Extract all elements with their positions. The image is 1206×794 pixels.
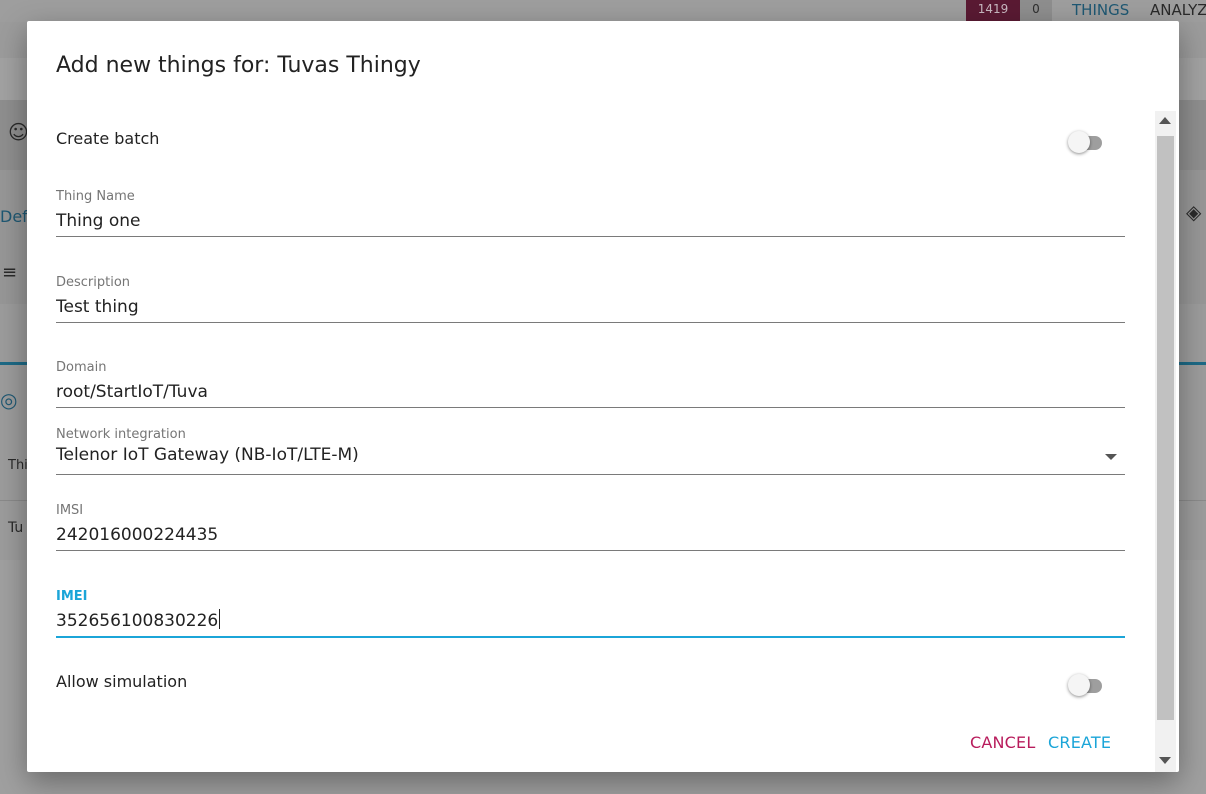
imei-label: IMEI <box>56 589 88 604</box>
zero-count-badge: 0 <box>1020 0 1052 22</box>
imsi-input[interactable] <box>56 521 1125 549</box>
nav-analyze: ANALYZ <box>1150 1 1206 19</box>
description-label: Description <box>56 275 131 290</box>
palette-icon: ☺ <box>8 120 29 144</box>
field-underline <box>56 322 1125 323</box>
imei-input[interactable]: 352656100830226 <box>56 607 1125 635</box>
create-button[interactable]: CREATE <box>1048 730 1111 754</box>
thing-name-label: Thing Name <box>56 189 135 204</box>
scroll-up-arrow-icon[interactable] <box>1159 117 1171 124</box>
imsi-label: IMSI <box>56 503 84 518</box>
allow-simulation-toggle[interactable] <box>1068 672 1108 698</box>
filter-icon: ≡ <box>2 262 18 283</box>
description-input[interactable] <box>56 293 1125 321</box>
field-underline <box>56 407 1125 408</box>
dialog-title: Add new things for: Tuvas Thingy <box>56 53 421 78</box>
nav-things: THINGS <box>1072 1 1130 19</box>
dropdown-arrow-icon <box>1105 454 1117 460</box>
imei-value: 352656100830226 <box>56 611 219 631</box>
thing-name-input[interactable] <box>56 207 1125 235</box>
signal-icon: ◎ <box>0 388 18 412</box>
create-batch-label: Create batch <box>56 129 160 148</box>
alert-count-badge: 1419 <box>966 0 1020 22</box>
domain-label: Domain <box>56 360 107 375</box>
toggle-thumb <box>1068 674 1090 696</box>
allow-simulation-row: Allow simulation <box>56 666 1126 696</box>
scroll-down-arrow-icon[interactable] <box>1159 757 1171 764</box>
table-row-fragment: Tu <box>8 520 24 536</box>
field-underline-focused <box>56 636 1125 638</box>
dialog-scrollbar[interactable] <box>1155 111 1176 772</box>
field-underline <box>56 236 1125 237</box>
cancel-button[interactable]: CANCEL <box>970 730 1035 754</box>
expand-icon: ◈ <box>1186 200 1202 224</box>
scroll-thumb[interactable] <box>1157 136 1174 720</box>
network-integration-value: Telenor IoT Gateway (NB-IoT/LTE-M) <box>56 445 359 465</box>
allow-simulation-label: Allow simulation <box>56 672 188 691</box>
domain-input[interactable] <box>56 378 1125 406</box>
create-batch-row: Create batch <box>56 123 1126 153</box>
table-header-fragment: Thi <box>8 458 28 473</box>
text-caret <box>219 609 221 629</box>
field-underline <box>56 474 1125 475</box>
create-batch-toggle[interactable] <box>1068 129 1108 155</box>
network-integration-label: Network integration <box>56 427 186 442</box>
toggle-thumb <box>1068 131 1090 153</box>
field-underline <box>56 550 1125 551</box>
add-things-dialog: Add new things for: Tuvas Thingy Create … <box>27 21 1179 772</box>
